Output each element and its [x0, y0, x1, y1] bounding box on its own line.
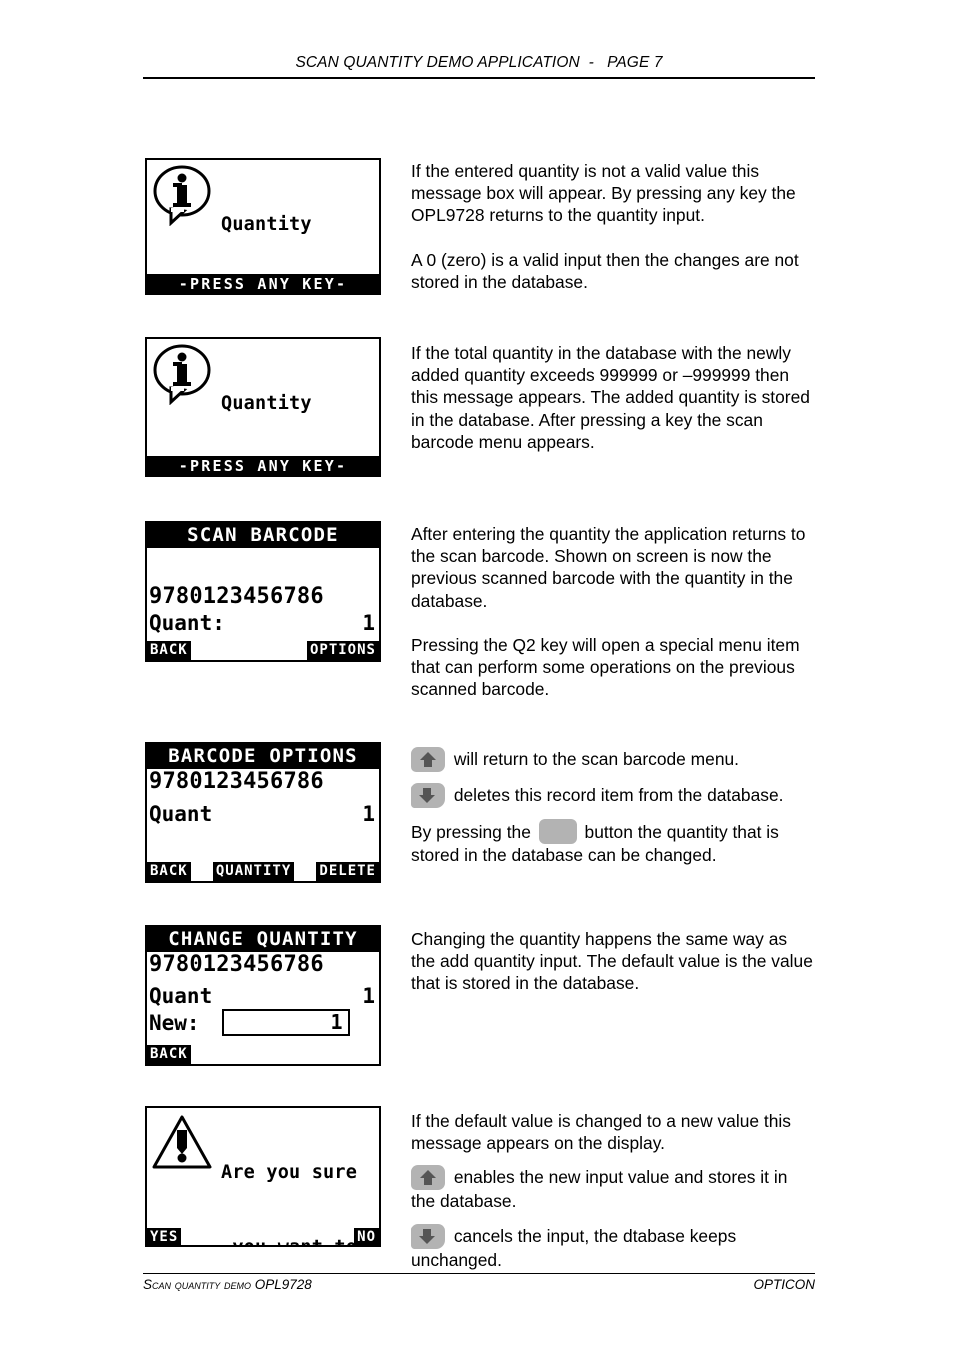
lcd-message-area: Are you sure you want to store the new q…	[147, 1108, 379, 1245]
footer-brand: OPTICON	[753, 1277, 815, 1292]
header-divider	[143, 77, 815, 79]
new-quantity-label: New:	[149, 1010, 200, 1035]
lcd-screen-confirm-store: Are you sure you want to store the new q…	[145, 1106, 381, 1247]
softkey-bar: YES NO	[147, 1226, 379, 1245]
text-before-key: By pressing the	[411, 822, 536, 842]
lcd-message-area: Quantity is not a valid value!	[147, 160, 379, 293]
paragraph: After entering the quantity the applicat…	[411, 524, 806, 611]
blank-key-icon[interactable]	[538, 819, 577, 844]
lcd-content: 9780123456786 Quant 1	[147, 769, 379, 860]
page-header: SCAN QUANTITY DEMO APPLICATION - PAGE 7	[143, 54, 815, 72]
warning-triangle-icon	[151, 1112, 213, 1174]
section-text-confirm-store: If the default value is changed to a new…	[411, 1110, 815, 1271]
key-description: enables the new input value and stores i…	[411, 1167, 788, 1212]
footer-divider	[143, 1273, 815, 1274]
softkey-delete[interactable]: DELETE	[316, 862, 379, 881]
barcode-value: 9780123456786	[149, 952, 324, 977]
info-bubble-icon	[151, 164, 213, 227]
paragraph-up-key: will return to the scan barcode menu.	[411, 747, 815, 772]
paragraph: If the total quantity in the database wi…	[411, 343, 810, 452]
quantity-value: 1	[362, 984, 375, 1008]
quantity-row: Quant 1	[147, 983, 379, 1009]
paragraph-quantity-button: By pressing the button the quantity that…	[411, 819, 815, 866]
softkey-back[interactable]: BACK	[147, 862, 191, 881]
quantity-row: Quant 1	[147, 801, 379, 827]
document-page: SCAN QUANTITY DEMO APPLICATION - PAGE 7 …	[0, 0, 954, 1351]
barcode-value: 9780123456786	[149, 769, 324, 794]
softkey-quantity[interactable]: QUANTITY	[212, 862, 295, 881]
key-description: will return to the scan barcode menu.	[449, 749, 739, 769]
footer-model: OPL9728	[254, 1277, 312, 1292]
section-text-change-quantity: Changing the quantity happens the same w…	[411, 928, 815, 995]
new-quantity-row: New: 1	[147, 1009, 379, 1036]
up-arrow-key-icon[interactable]	[411, 747, 445, 772]
paragraph: If the default value is changed to a new…	[411, 1111, 791, 1154]
section-text-barcode-options: will return to the scan barcode menu. de…	[411, 747, 815, 866]
paragraph: Pressing the Q2 key will open a special …	[411, 635, 800, 700]
paragraph: If the entered quantity is not a valid v…	[411, 161, 796, 226]
new-quantity-input[interactable]: 1	[221, 1009, 350, 1036]
quantity-label: Quant	[149, 984, 213, 1008]
softkey-back[interactable]: BACK	[147, 1045, 191, 1064]
up-arrow-key-icon[interactable]	[411, 1165, 445, 1191]
softkey-back[interactable]: BACK	[147, 641, 191, 660]
lcd-screen-barcode-options: BARCODE OPTIONS 9780123456786 Quant 1 BA…	[145, 742, 381, 883]
lcd-message-area: Quantity exceeding max input value, valu…	[147, 339, 379, 475]
paragraph-down-key: deletes this record item from the databa…	[411, 783, 815, 808]
section-text-quantity-exceeding: If the total quantity in the database wi…	[411, 342, 815, 453]
lcd-title: BARCODE OPTIONS	[147, 744, 379, 769]
info-bubble-icon	[151, 343, 213, 406]
quantity-value: 1	[362, 611, 375, 635]
softkey-no[interactable]: NO	[354, 1228, 379, 1245]
footer-left-text: Scan quantity demo OPL9728	[143, 1277, 312, 1292]
down-arrow-key-icon[interactable]	[411, 783, 445, 808]
quantity-label: Quant:	[149, 611, 225, 635]
paragraph-up-key: enables the new input value and stores i…	[411, 1165, 815, 1212]
quantity-row: Quant: 1	[147, 610, 379, 636]
softkey-yes[interactable]: YES	[147, 1228, 182, 1245]
barcode-value: 9780123456786	[149, 584, 324, 609]
lcd-content: 9780123456786 Quant: 1	[147, 548, 379, 639]
paragraph: A 0 (zero) is a valid input then the cha…	[411, 249, 799, 292]
lcd-screen-scan-barcode: SCAN BARCODE 9780123456786 Quant: 1 BACK…	[145, 521, 381, 662]
lcd-content: 9780123456786 Quant 1 New: 1	[147, 952, 379, 1043]
softkey-bar: BACK OPTIONS	[147, 639, 379, 660]
lcd-screen-quantity-exceeding: Quantity exceeding max input value, valu…	[145, 337, 381, 477]
header-title: SCAN QUANTITY DEMO APPLICATION - PAGE 7	[295, 54, 663, 71]
softkey-bar: BACK	[147, 1043, 379, 1064]
section-text-invalid-quantity: If the entered quantity is not a valid v…	[411, 160, 815, 293]
lcd-title: CHANGE QUANTITY	[147, 927, 379, 952]
quantity-value: 1	[362, 802, 375, 826]
softkey-options[interactable]: OPTIONS	[306, 641, 379, 660]
quantity-label: Quant	[149, 802, 213, 826]
paragraph: Changing the quantity happens the same w…	[411, 929, 813, 994]
paragraph-down-key: cancels the input, the dtabase keeps unc…	[411, 1223, 815, 1271]
down-arrow-key-icon[interactable]	[411, 1223, 445, 1249]
key-description: deletes this record item from the databa…	[449, 785, 784, 805]
footer-doc-title: Scan quantity demo	[143, 1277, 255, 1292]
lcd-screen-invalid-quantity: Quantity is not a valid value! -PRESS AN…	[145, 158, 381, 295]
key-description: cancels the input, the dtabase keeps unc…	[411, 1225, 737, 1270]
lcd-screen-change-quantity: CHANGE QUANTITY 9780123456786 Quant 1 Ne…	[145, 925, 381, 1066]
softkey-bar: BACK QUANTITY DELETE	[147, 860, 379, 881]
lcd-title: SCAN BARCODE	[147, 523, 379, 548]
section-text-scan-barcode: After entering the quantity the applicat…	[411, 523, 815, 701]
